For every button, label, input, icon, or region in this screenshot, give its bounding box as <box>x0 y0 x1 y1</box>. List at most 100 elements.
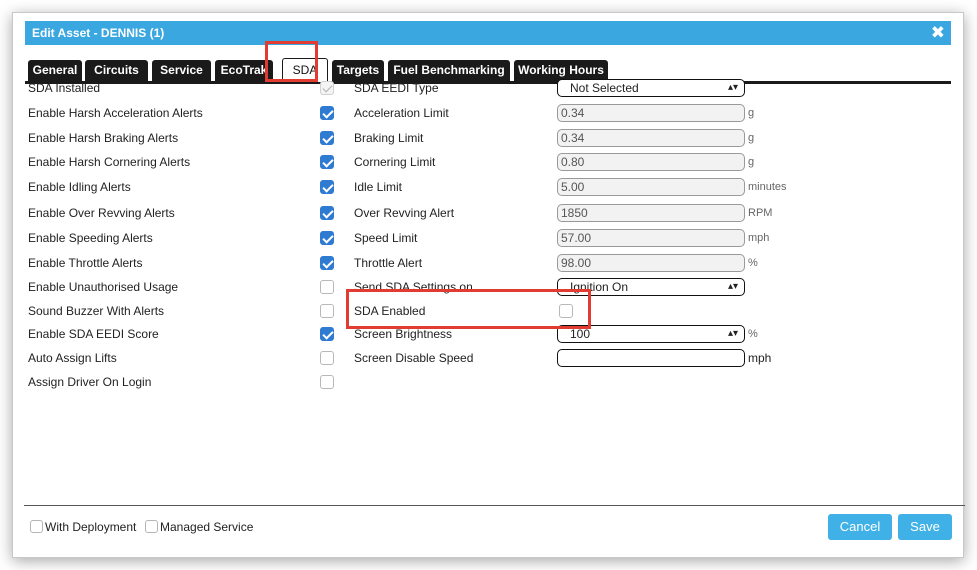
setting-row-idle-limit: Idle Limit 5.00 minutes <box>354 177 794 197</box>
setting-label: SDA Enabled <box>354 304 426 318</box>
setting-label: Assign Driver On Login <box>28 375 152 389</box>
setting-row-screen-brightness: Screen Brightness 100 ▴▾ % <box>354 324 794 344</box>
setting-row-harsh-acceleration: Enable Harsh Acceleration Alerts <box>28 103 348 123</box>
managed-service-checkbox[interactable] <box>145 520 158 533</box>
assign-driver-checkbox[interactable] <box>320 375 334 389</box>
unit-label: mph <box>748 232 770 244</box>
footer-divider <box>24 505 965 506</box>
setting-row-screen-disable-speed: Screen Disable Speed mph <box>354 348 794 368</box>
setting-label: Enable Harsh Acceleration Alerts <box>28 106 203 120</box>
setting-row-send-settings: Send SDA Settings on Ignition On ▴▾ <box>354 277 794 297</box>
setting-label: Enable SDA EEDI Score <box>28 327 159 341</box>
harsh-acceleration-checkbox[interactable] <box>320 106 334 120</box>
throttle-checkbox[interactable] <box>320 256 334 270</box>
unauthorised-usage-checkbox[interactable] <box>320 280 334 294</box>
cancel-button[interactable]: Cancel <box>828 514 892 540</box>
select-value: 100 <box>570 327 591 341</box>
unit-label: RPM <box>748 207 773 219</box>
setting-row-speed-limit: Speed Limit 57.00 mph <box>354 228 794 248</box>
idling-checkbox[interactable] <box>320 180 334 194</box>
sda-enabled-checkbox[interactable] <box>559 304 573 318</box>
chevron-updown-icon: ▴▾ <box>727 281 738 292</box>
setting-label: Acceleration Limit <box>354 106 449 120</box>
unit-label: g <box>748 132 755 144</box>
setting-row-eedi-type: SDA EEDI Type Not Selected ▴▾ <box>354 78 794 98</box>
setting-label: Throttle Alert <box>354 256 423 270</box>
harsh-braking-checkbox[interactable] <box>320 131 334 145</box>
close-icon[interactable]: ✖ <box>931 21 945 45</box>
setting-label: Screen Brightness <box>354 327 453 341</box>
braking-limit-input[interactable]: 0.34 <box>557 129 745 147</box>
setting-row-idling: Enable Idling Alerts <box>28 177 348 197</box>
setting-label: Braking Limit <box>354 131 424 145</box>
setting-row-speeding: Enable Speeding Alerts <box>28 228 348 248</box>
eedi-score-checkbox[interactable] <box>320 327 334 341</box>
setting-label: Enable Unauthorised Usage <box>28 280 179 294</box>
setting-row-unauthorised-usage: Enable Unauthorised Usage <box>28 277 348 297</box>
setting-row-acceleration-limit: Acceleration Limit 0.34 g <box>354 103 794 123</box>
send-settings-select[interactable]: Ignition On ▴▾ <box>557 278 745 296</box>
setting-row-auto-assign-lifts: Auto Assign Lifts <box>28 348 348 368</box>
select-value: Not Selected <box>570 81 639 95</box>
harsh-cornering-checkbox[interactable] <box>320 155 334 169</box>
setting-row-over-revving-alert: Over Revving Alert 1850 RPM <box>354 203 794 223</box>
setting-label: Send SDA Settings on <box>354 280 473 294</box>
setting-row-assign-driver: Assign Driver On Login <box>28 372 348 392</box>
over-revving-checkbox[interactable] <box>320 206 334 220</box>
cornering-limit-input[interactable]: 0.80 <box>557 153 745 171</box>
unit-label: mph <box>748 351 772 365</box>
setting-row-over-revving: Enable Over Revving Alerts <box>28 203 348 223</box>
select-value: Ignition On <box>570 280 629 294</box>
auto-assign-lifts-checkbox[interactable] <box>320 351 334 365</box>
save-button[interactable]: Save <box>898 514 952 540</box>
sound-buzzer-checkbox[interactable] <box>320 304 334 318</box>
setting-row-sound-buzzer: Sound Buzzer With Alerts <box>28 301 348 321</box>
screen-brightness-select[interactable]: 100 ▴▾ <box>557 325 745 343</box>
setting-row-braking-limit: Braking Limit 0.34 g <box>354 128 794 148</box>
setting-row-harsh-braking: Enable Harsh Braking Alerts <box>28 128 348 148</box>
setting-row-eedi-score: Enable SDA EEDI Score <box>28 324 348 344</box>
setting-label: Enable Throttle Alerts <box>28 256 143 270</box>
setting-label: Idle Limit <box>354 180 403 194</box>
chevron-updown-icon: ▴▾ <box>727 328 738 339</box>
dialog-titlebar: Edit Asset - DENNIS (1) ✖ <box>25 21 951 45</box>
speed-limit-input[interactable]: 57.00 <box>557 229 745 247</box>
setting-label: SDA Installed <box>28 81 101 95</box>
dialog-title: Edit Asset - DENNIS (1) <box>32 26 165 40</box>
eedi-type-select[interactable]: Not Selected ▴▾ <box>557 79 745 97</box>
with-deployment-label: With Deployment <box>45 520 137 534</box>
setting-label: Cornering Limit <box>354 155 436 169</box>
managed-service-label: Managed Service <box>160 520 254 534</box>
setting-row-throttle: Enable Throttle Alerts <box>28 253 348 273</box>
unit-label: g <box>748 156 755 168</box>
setting-label: Auto Assign Lifts <box>28 351 117 365</box>
sda-installed-checkbox[interactable] <box>320 81 334 95</box>
setting-row-throttle-alert: Throttle Alert 98.00 % <box>354 253 794 273</box>
setting-label: Screen Disable Speed <box>354 351 474 365</box>
setting-label: Enable Idling Alerts <box>28 180 131 194</box>
unit-label: minutes <box>748 181 787 193</box>
setting-label: SDA EEDI Type <box>354 81 439 95</box>
setting-label: Speed Limit <box>354 231 418 245</box>
setting-row-harsh-cornering: Enable Harsh Cornering Alerts <box>28 152 348 172</box>
over-revving-input[interactable]: 1850 <box>557 204 745 222</box>
unit-label: % <box>748 328 758 340</box>
setting-label: Enable Harsh Braking Alerts <box>28 131 179 145</box>
throttle-alert-input[interactable]: 98.00 <box>557 254 745 272</box>
setting-label: Enable Over Revving Alerts <box>28 206 175 220</box>
setting-label: Sound Buzzer With Alerts <box>28 304 165 318</box>
setting-row-cornering-limit: Cornering Limit 0.80 g <box>354 152 794 172</box>
setting-label: Over Revving Alert <box>354 206 455 220</box>
speeding-checkbox[interactable] <box>320 231 334 245</box>
unit-label: g <box>748 107 755 119</box>
setting-row-sda-installed: SDA Installed <box>28 78 348 98</box>
unit-label: % <box>748 257 758 269</box>
screen-disable-speed-input[interactable] <box>557 349 745 367</box>
acceleration-limit-input[interactable]: 0.34 <box>557 104 745 122</box>
setting-row-sda-enabled: SDA Enabled <box>354 301 794 321</box>
idle-limit-input[interactable]: 5.00 <box>557 178 745 196</box>
setting-label: Enable Harsh Cornering Alerts <box>28 155 191 169</box>
chevron-updown-icon: ▴▾ <box>727 82 738 93</box>
with-deployment-checkbox[interactable] <box>30 520 43 533</box>
setting-label: Enable Speeding Alerts <box>28 231 153 245</box>
